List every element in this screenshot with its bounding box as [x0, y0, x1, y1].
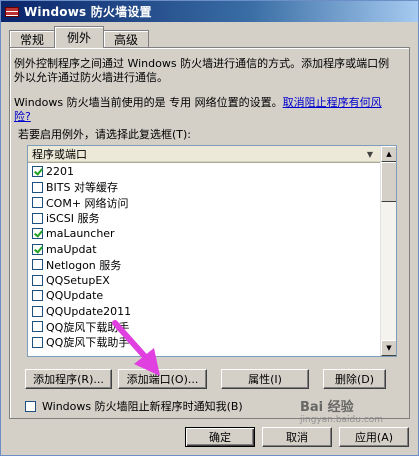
exception-checkbox[interactable]: [32, 259, 43, 271]
exception-checkbox[interactable]: [32, 243, 43, 255]
exception-label: maLauncher: [46, 227, 115, 241]
network-location-prefix: Windows 防火墙当前使用的是 专用 网络位置的设置。: [14, 96, 283, 109]
list-instruction: 若要启用例外，请选择此复选框(T):: [18, 128, 192, 141]
watermark: Bai 经验 jingyan.baidu.com: [300, 396, 383, 425]
ok-button[interactable]: 确定: [185, 427, 255, 447]
cancel-button[interactable]: 取消: [262, 427, 332, 447]
apply-button[interactable]: 应用(A): [339, 427, 409, 447]
list-item[interactable]: COM+ 网络访问: [28, 195, 381, 211]
exception-checkbox[interactable]: [32, 197, 43, 209]
notify-label: Windows 防火墙阻止新程序时通知我(B): [42, 400, 243, 413]
exceptions-listbox[interactable]: 程序或端口 ▼ 2201 BITS 对等缓存 COM+ 网络访问 iSCSI 服务 ma…: [27, 145, 397, 357]
list-item[interactable]: maLauncher: [28, 226, 381, 242]
exception-checkbox[interactable]: [32, 228, 43, 240]
exception-checkbox[interactable]: [32, 305, 43, 317]
network-location-text: Windows 防火墙当前使用的是 专用 网络位置的设置。取消阻止程序有何风险?: [14, 96, 398, 124]
exception-checkbox[interactable]: [32, 321, 43, 333]
delete-button[interactable]: 删除(D): [323, 369, 386, 389]
title-bar[interactable]: Windows 防火墙设置: [1, 1, 418, 22]
exception-label: QQ旋风下载助手: [46, 320, 130, 334]
properties-button[interactable]: 属性(I): [221, 369, 309, 389]
tab-strip: 常规 例外 高级: [9, 26, 150, 48]
add-port-button[interactable]: 添加端口(O)...: [118, 369, 207, 389]
exception-label: QQUpdate: [46, 289, 104, 303]
tab-exceptions[interactable]: 例外: [54, 26, 105, 48]
firewall-icon: [5, 5, 19, 19]
list-column-header[interactable]: 程序或端口 ▼: [28, 146, 381, 163]
exception-label: Netlogon 服务: [46, 258, 122, 272]
sort-arrow-icon: ▼: [366, 149, 373, 159]
exception-label: maUpdat: [46, 242, 97, 256]
add-program-button[interactable]: 添加程序(R)...: [25, 369, 112, 389]
scroll-thumb[interactable]: [381, 162, 396, 202]
exception-label: iSCSI 服务: [46, 212, 100, 226]
watermark-subtext: jingyan.baidu.com: [300, 415, 384, 425]
tab-advanced-label: 高级: [114, 33, 139, 47]
exception-label: COM+ 网络访问: [46, 196, 129, 210]
exception-label: QQ旋风下载助手: [46, 336, 130, 350]
list-item[interactable]: QQ旋风下载助手: [28, 319, 381, 335]
notify-checkbox[interactable]: [25, 400, 36, 412]
list-item[interactable]: iSCSI 服务: [28, 211, 381, 227]
list-item[interactable]: QQUpdate2011: [28, 304, 381, 320]
tab-general-label: 常规: [20, 33, 45, 47]
list-item[interactable]: BITS 对等缓存: [28, 180, 381, 196]
list-scrollbar[interactable]: ▲ ▼: [380, 146, 396, 356]
list-item[interactable]: maUpdat: [28, 242, 381, 258]
list-item[interactable]: QQ旋风下载助手: [28, 335, 381, 351]
notify-option[interactable]: Windows 防火墙阻止新程序时通知我(B): [25, 398, 243, 414]
exception-checkbox[interactable]: [32, 212, 43, 224]
exception-checkbox[interactable]: [32, 166, 43, 178]
scroll-up-icon[interactable]: ▲: [381, 146, 396, 162]
tab-general[interactable]: 常规: [9, 30, 56, 48]
exception-checkbox[interactable]: [32, 181, 43, 193]
list-item[interactable]: Netlogon 服务: [28, 257, 381, 273]
list-item[interactable]: QQSetupEX: [28, 273, 381, 289]
tab-advanced[interactable]: 高级: [103, 30, 150, 48]
window-title: Windows 防火墙设置: [24, 5, 152, 19]
watermark-text: Bai 经验: [300, 400, 354, 415]
exception-label: QQUpdate2011: [46, 304, 132, 318]
exceptions-description: 例外控制程序之间通过 Windows 防火墙进行通信的方式。添加程序或端口例外以…: [14, 57, 390, 84]
exception-label: 2201: [46, 165, 74, 179]
exception-checkbox[interactable]: [32, 336, 43, 348]
tab-exceptions-label: 例外: [67, 31, 92, 45]
exception-checkbox[interactable]: [32, 274, 43, 286]
column-header-label: 程序或端口: [32, 148, 87, 161]
exception-label: BITS 对等缓存: [46, 181, 118, 195]
exception-checkbox[interactable]: [32, 290, 43, 302]
exception-label: QQSetupEX: [46, 273, 110, 287]
list-item[interactable]: QQUpdate: [28, 288, 381, 304]
exceptions-list: 2201 BITS 对等缓存 COM+ 网络访问 iSCSI 服务 maLauncher…: [28, 164, 381, 350]
list-item[interactable]: 2201: [28, 164, 381, 180]
scroll-down-icon[interactable]: ▼: [381, 340, 396, 356]
